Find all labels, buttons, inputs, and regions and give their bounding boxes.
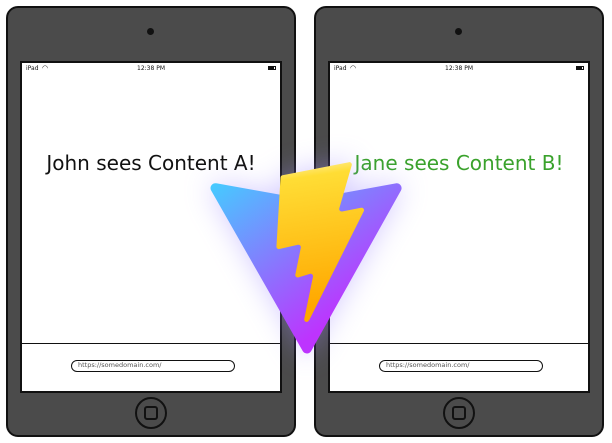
camera-icon [147,28,154,35]
home-button-icon[interactable] [135,397,167,429]
status-time: 12:38 PM [137,65,165,72]
url-bar[interactable]: https://somedomain.com/ [379,360,543,372]
status-time: 12:38 PM [445,65,473,72]
status-bar: iPad ◠ 12:38 PM [330,63,588,75]
battery-icon [576,66,584,70]
battery-icon [268,66,276,70]
camera-icon [455,28,462,35]
vite-logo [210,162,402,354]
home-button-icon[interactable] [443,397,475,429]
url-bar[interactable]: https://somedomain.com/ [71,360,235,372]
status-bar: iPad ◠ 12:38 PM [22,63,280,75]
